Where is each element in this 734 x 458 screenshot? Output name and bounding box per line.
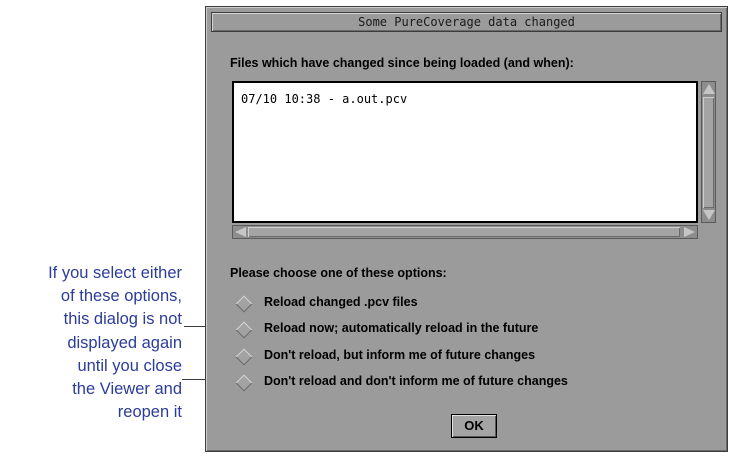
diamond-radio-icon[interactable] xyxy=(235,321,253,339)
option-dont-reload-dont-inform[interactable]: Don't reload and don't inform me of futu… xyxy=(235,373,706,393)
callout-annotation: If you select either of these options, t… xyxy=(48,262,182,424)
dialog-title-bar[interactable]: Some PureCoverage data changed xyxy=(211,12,722,32)
dialog-window: Some PureCoverage data changed Files whi… xyxy=(205,6,728,452)
option-label[interactable]: Don't reload and don't inform me of futu… xyxy=(264,374,568,388)
arrow-down-icon[interactable] xyxy=(703,210,715,220)
option-label[interactable]: Reload now; automatically reload in the … xyxy=(264,321,538,335)
diamond-radio-icon[interactable] xyxy=(235,295,253,313)
ok-button[interactable]: OK xyxy=(451,414,497,438)
option-reload-changed[interactable]: Reload changed .pcv files xyxy=(235,294,706,314)
options-label: Please choose one of these options: xyxy=(230,266,447,280)
files-label: Files which have changed since being loa… xyxy=(230,56,574,70)
arrow-left-icon[interactable] xyxy=(235,227,246,237)
list-item[interactable]: 07/10 10:38 - a.out.pcv xyxy=(241,92,407,106)
option-label[interactable]: Reload changed .pcv files xyxy=(264,295,418,309)
horizontal-scroll-thumb[interactable] xyxy=(248,227,680,237)
vertical-scrollbar[interactable] xyxy=(701,81,716,223)
callout-line: the Viewer and xyxy=(72,380,182,399)
arrow-right-icon[interactable] xyxy=(684,227,695,237)
callout-line: displayed again xyxy=(67,333,182,352)
vertical-scroll-thumb[interactable] xyxy=(703,97,714,208)
option-reload-auto[interactable]: Reload now; automatically reload in the … xyxy=(235,320,706,340)
horizontal-scrollbar[interactable] xyxy=(232,225,698,239)
option-label[interactable]: Don't reload, but inform me of future ch… xyxy=(264,348,535,362)
arrow-up-icon[interactable] xyxy=(703,84,715,94)
callout-line: until you close xyxy=(77,356,182,375)
changed-files-list[interactable]: 07/10 10:38 - a.out.pcv xyxy=(232,81,698,223)
callout-line: of these options, xyxy=(60,287,182,306)
callout-line: reopen it xyxy=(117,403,182,422)
diamond-radio-icon[interactable] xyxy=(235,348,253,366)
option-dont-reload-inform[interactable]: Don't reload, but inform me of future ch… xyxy=(235,347,706,367)
callout-line: If you select either xyxy=(48,264,182,282)
diamond-radio-icon[interactable] xyxy=(235,374,253,392)
callout-line: this dialog is not xyxy=(63,310,182,329)
